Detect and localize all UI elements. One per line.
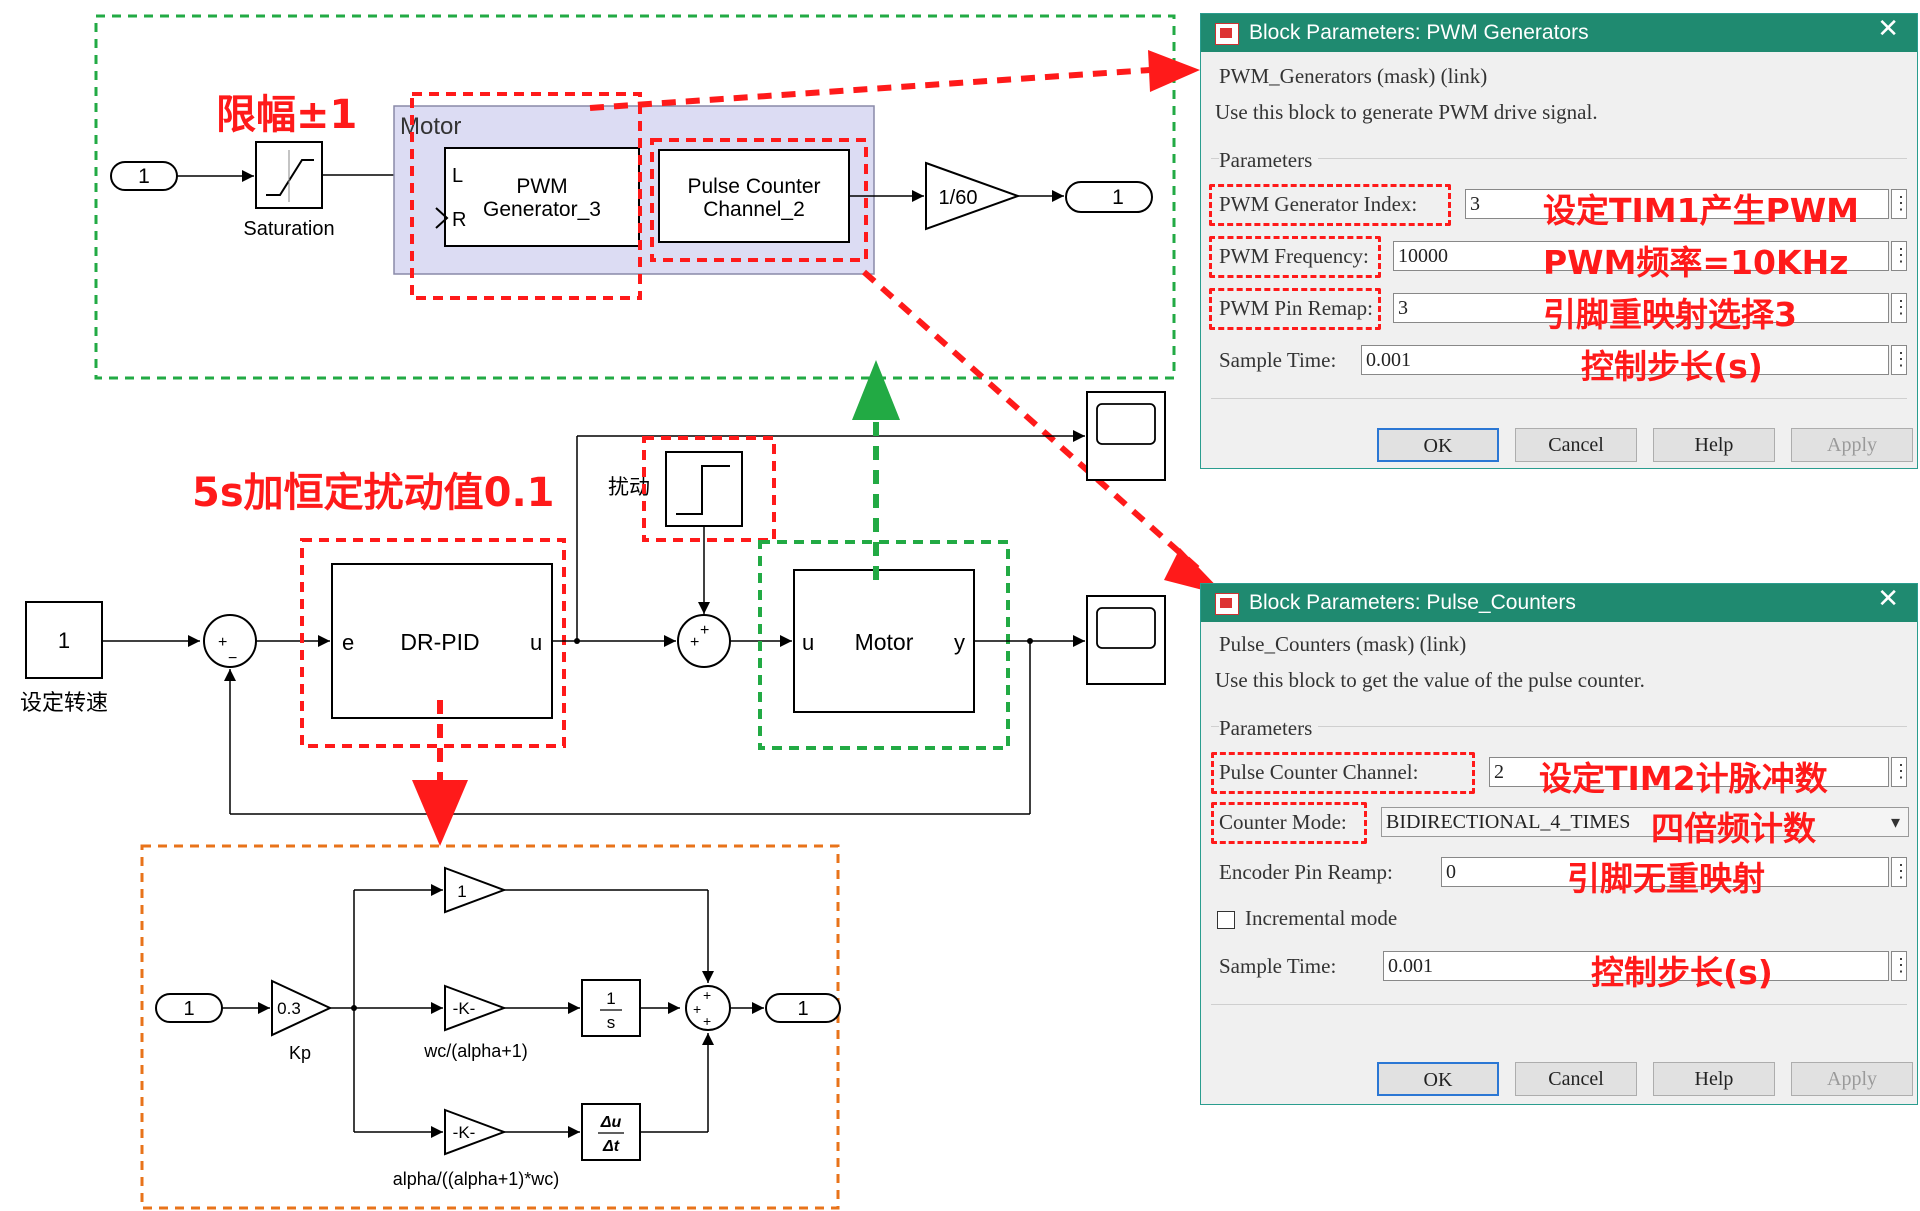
pwm-index-highlight [1209, 184, 1451, 226]
pulse-ok-button[interactable]: OK [1377, 1062, 1499, 1096]
gain-mid-label: wc/(alpha+1) [423, 1041, 528, 1061]
scope-top-screen-icon [1096, 403, 1156, 445]
gain-bot-label: alpha/((alpha+1)*wc) [393, 1169, 560, 1189]
pid-sum-plus-top: + [703, 987, 711, 1003]
pid-label: DR-PID [400, 629, 479, 655]
pulse-block-line1: Pulse Counter [687, 175, 820, 198]
gain-label-top: 1/60 [939, 187, 978, 209]
pulse-param-2-ellipsis-icon[interactable]: ⋮ [1891, 857, 1910, 887]
pulse-note-1: 四倍频计数 [1651, 809, 1816, 848]
close-icon[interactable]: ✕ [1877, 14, 1899, 44]
pulse-apply-button[interactable]: Apply [1791, 1062, 1913, 1096]
pulse-note-2: 引脚无重映射 [1567, 859, 1765, 898]
pwm-note-2: 引脚重映射选择3 [1543, 295, 1797, 334]
incremental-mode-label: Incremental mode [1245, 906, 1398, 930]
pulse-header-line: Pulse_Counters (mask) (link) [1219, 632, 1467, 656]
pwm-param-2-ellipsis-icon[interactable]: ⋮ [1891, 293, 1910, 323]
pwm-port-l: L [452, 165, 463, 187]
pulse-cancel-button[interactable]: Cancel [1515, 1062, 1637, 1096]
pwm-param-3-ellipsis-icon[interactable]: ⋮ [1891, 345, 1910, 375]
pulse-group-label: Parameters [1219, 716, 1319, 741]
pwm-param-0-ellipsis-icon[interactable]: ⋮ [1891, 189, 1910, 219]
motor-label: Motor [855, 629, 914, 655]
motor-port-u: u [802, 630, 814, 655]
dist-sum-plus-top: + [700, 622, 709, 639]
top-outport-label: 1 [1112, 186, 1124, 209]
pulse-note-3: 控制步长(s) [1591, 953, 1773, 992]
pwm-block-line2: Generator_3 [483, 198, 601, 221]
incremental-mode-checkbox[interactable] [1217, 911, 1235, 929]
pwm-note-0: 设定TIM1产生PWM [1543, 191, 1860, 230]
pwm-port-r: R [452, 209, 466, 231]
pwm-frequency-highlight [1209, 236, 1381, 278]
counter-mode-select[interactable]: BIDIRECTIONAL_4_TIMES [1381, 807, 1909, 837]
integrator-den: s [607, 1013, 616, 1032]
pid-sum-plus-left: + [693, 1001, 701, 1017]
pwm-dialog-title: Block Parameters: PWM Generators [1201, 14, 1917, 52]
arrow-to-pwm-dialog [589, 67, 1151, 111]
pulse-help-button[interactable]: Help [1653, 1062, 1775, 1096]
pulse-param-3-ellipsis-icon[interactable]: ⋮ [1891, 951, 1910, 981]
close-icon[interactable]: ✕ [1877, 584, 1899, 614]
pulse-block-line2: Channel_2 [703, 198, 805, 221]
setpoint-value: 1 [58, 628, 70, 653]
annotation-limit: 限幅±1 [216, 92, 357, 138]
saturation-label: Saturation [243, 218, 334, 240]
motor-group-title: Motor [400, 113, 461, 140]
pwm-cancel-button[interactable]: Cancel [1515, 428, 1637, 462]
annotation-disturbance: 5s加恒定扰动值0.1 [192, 470, 555, 516]
motor-port-y: y [954, 630, 965, 655]
pulse-channel-highlight [1211, 752, 1475, 794]
top-inport-label: 1 [138, 165, 150, 188]
pwm-dialog: Block Parameters: PWM Generators ✕ PWM_G… [1200, 13, 1918, 469]
deriv-den: Δt [602, 1138, 620, 1155]
pwm-apply-button[interactable]: Apply [1791, 428, 1913, 462]
pwm-ok-button[interactable]: OK [1377, 428, 1499, 462]
pid-detail-frame [140, 844, 840, 1210]
pwm-description: Use this block to generate PWM drive sig… [1215, 100, 1598, 124]
pwm-help-button[interactable]: Help [1653, 428, 1775, 462]
scope-bottom-screen-icon [1096, 607, 1156, 649]
error-sum-minus: − [228, 650, 237, 667]
pulse-note-0: 设定TIM2计脉冲数 [1539, 759, 1828, 798]
simulink-block-icon [1215, 593, 1239, 615]
pulse-param-label-3: Sample Time: [1219, 954, 1337, 978]
pid-inport-label: 1 [183, 998, 194, 1020]
pid-sum-plus-bottom: + [703, 1013, 711, 1029]
deriv-num: Δu [600, 1114, 622, 1131]
pulse-param-0-ellipsis-icon[interactable]: ⋮ [1891, 757, 1910, 787]
pid-port-u: u [530, 630, 542, 655]
integrator-num: 1 [606, 989, 615, 1008]
counter-mode-highlight [1211, 802, 1367, 844]
gain-bot-value: -K- [453, 1123, 476, 1142]
kp-label: Kp [289, 1043, 311, 1063]
pwm-param-1-ellipsis-icon[interactable]: ⋮ [1891, 241, 1910, 271]
pwm-note-3: 控制步长(s) [1581, 347, 1763, 386]
kp-value: 0.3 [277, 999, 301, 1018]
gain-top-value: 1 [457, 882, 466, 901]
pwm-param-label-3: Sample Time: [1219, 348, 1337, 372]
setpoint-label: 设定转速 [20, 690, 108, 715]
pulse-dialog: Block Parameters: Pulse_Counters ✕ Pulse… [1200, 583, 1918, 1105]
gain-mid-value: -K- [453, 999, 476, 1018]
pwm-note-1: PWM频率=10KHz [1543, 243, 1849, 282]
pwm-header-line: PWM_Generators (mask) (link) [1219, 64, 1488, 88]
pwm-block-line1: PWM [516, 175, 567, 198]
pwm-group-label: Parameters [1219, 148, 1319, 173]
pwm-remap-highlight [1209, 288, 1381, 330]
pulse-description: Use this block to get the value of the p… [1215, 668, 1645, 692]
pid-port-e: e [342, 630, 354, 655]
error-sum-plus: + [218, 634, 227, 651]
simulink-block-icon [1215, 23, 1239, 45]
gain-top-block[interactable] [444, 866, 507, 914]
pid-outport-label: 1 [797, 998, 808, 1020]
pulse-param-label-2: Encoder Pin Reamp: [1219, 860, 1393, 884]
dist-sum-plus-left: + [690, 634, 699, 651]
pulse-dialog-title: Block Parameters: Pulse_Counters [1201, 584, 1917, 622]
top-outport[interactable] [1065, 181, 1153, 213]
